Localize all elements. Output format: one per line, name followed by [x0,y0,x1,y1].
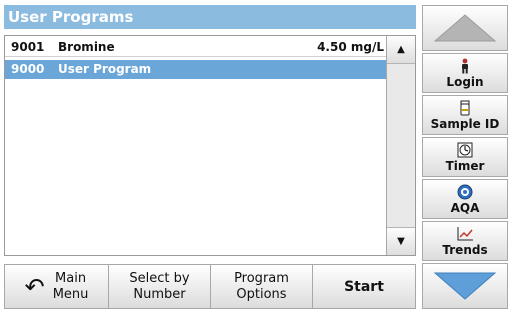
main-menu-label: Main Menu [53,271,89,303]
person-icon [459,58,471,74]
scroll-down-button[interactable]: ▼ [387,227,415,255]
program-row[interactable]: 9001 Bromine 4.50 mg/L [5,38,386,57]
trends-label: Trends [442,242,488,257]
triangle-down-icon: ▼ [397,236,405,247]
sample-id-label: Sample ID [430,116,500,131]
program-number: 9001 [11,40,45,54]
login-button[interactable]: Login [422,53,508,93]
timer-icon [457,142,473,158]
trends-button[interactable]: Trends [422,221,508,261]
page-down-button[interactable] [422,263,508,309]
aqa-icon [457,184,473,200]
list-scrollbar[interactable]: ▲ ▼ [386,36,415,255]
start-button[interactable]: Start [313,264,416,309]
sample-id-button[interactable]: Sample ID [422,95,508,135]
scroll-up-button[interactable]: ▲ [387,36,415,64]
side-panel: Login Sample ID Timer AQA Trends [422,5,508,309]
program-options-label-line2: Options [236,286,287,302]
program-options-label-line1: Program [234,270,289,286]
page-up-button[interactable] [422,5,508,51]
program-value: 4.50 mg/L [317,40,384,54]
aqa-label: AQA [450,200,480,215]
program-row-selected[interactable]: 9000 User Program [5,60,386,79]
select-by-number-label-line1: Select by [129,270,190,286]
program-name: Bromine [58,40,115,54]
trend-chart-icon [456,226,474,242]
start-label: Start [344,278,384,295]
program-options-button[interactable]: Program Options [211,264,313,309]
main-menu-label-line1: Main [55,270,87,286]
back-arrow-icon: ↶ [24,272,45,301]
main-menu-label-line2: Menu [52,286,89,302]
bottom-toolbar: ↶ Main Menu Select by Number Program Opt… [4,264,416,309]
sample-container-icon [459,100,471,116]
program-name: User Program [58,62,152,76]
program-list: 9001 Bromine 4.50 mg/L 9000 User Program… [4,35,416,256]
timer-button[interactable]: Timer [422,137,508,177]
program-options-label: Program Options [234,271,289,303]
large-down-arrow-icon [433,272,497,300]
aqa-button[interactable]: AQA [422,179,508,219]
page-title: User Programs [4,5,416,29]
select-by-number-button[interactable]: Select by Number [109,264,211,309]
program-list-area: 9001 Bromine 4.50 mg/L 9000 User Program [5,36,386,255]
timer-label: Timer [445,158,485,173]
main-menu-button[interactable]: ↶ Main Menu [4,264,109,309]
select-by-number-label: Select by Number [129,271,189,303]
large-up-arrow-icon [433,14,497,42]
triangle-up-icon: ▲ [397,44,405,55]
program-number: 9000 [11,62,45,76]
select-by-number-label-line2: Number [133,286,186,302]
login-label: Login [446,74,484,89]
